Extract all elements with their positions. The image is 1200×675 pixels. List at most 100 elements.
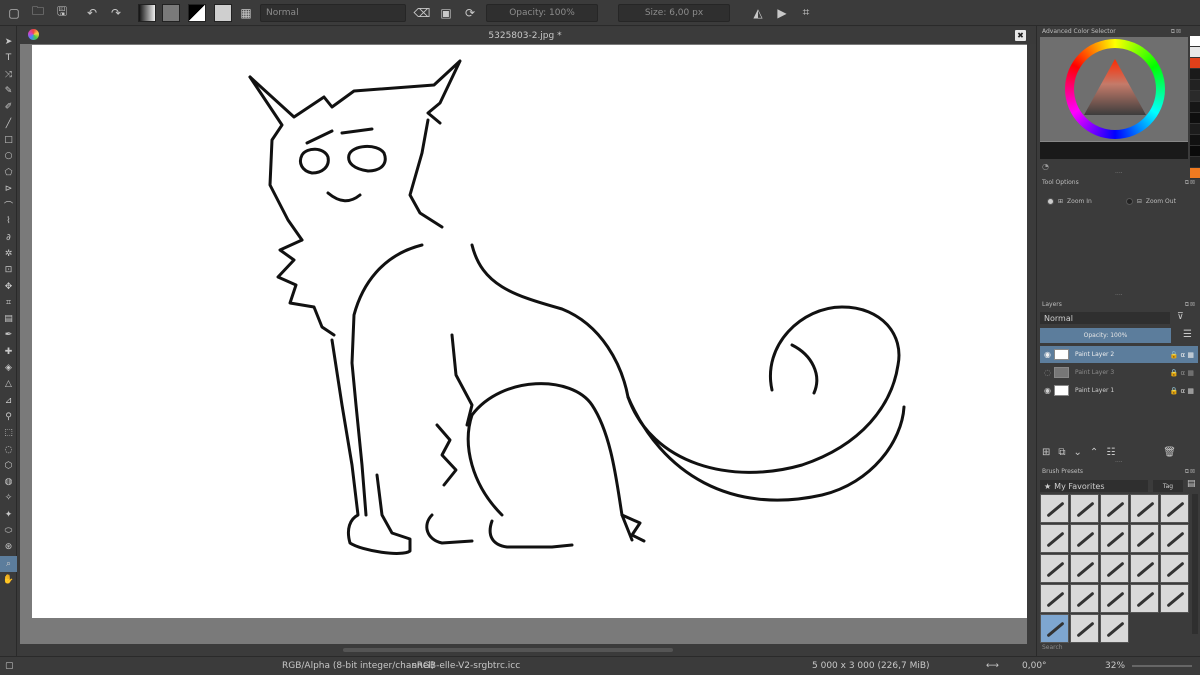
advanced-color-selector[interactable] <box>1040 37 1188 141</box>
rect-select-icon[interactable]: ⬚ <box>0 425 17 441</box>
crop-tool-icon[interactable]: ⌗ <box>0 295 17 311</box>
history-color-swatch[interactable] <box>1190 113 1200 124</box>
brush-preset[interactable] <box>1070 584 1099 613</box>
brush-preset[interactable] <box>1040 584 1069 613</box>
ellipse-select-icon[interactable]: ◌ <box>0 441 17 457</box>
preset-tag-select[interactable]: ★ My Favorites <box>1040 480 1148 492</box>
history-color-swatch[interactable] <box>1190 146 1200 157</box>
panel-float-icon[interactable]: ⧉⊠ <box>1185 468 1196 476</box>
eye-icon[interactable]: ◉ <box>1044 350 1051 359</box>
brush-preset[interactable] <box>1070 524 1099 553</box>
zoom-icon[interactable]: ⌕ <box>0 555 17 572</box>
saturation-triangle[interactable] <box>1084 59 1146 115</box>
freehand-select-icon[interactable]: ◍ <box>0 474 17 490</box>
brush-preset-icon[interactable] <box>214 3 232 22</box>
fill-icon[interactable]: ◈ <box>0 360 17 376</box>
history-color-swatch[interactable] <box>1190 69 1200 80</box>
polygon-select-icon[interactable]: ⬡ <box>0 458 17 474</box>
color-picker-icon[interactable]: ✒ <box>0 327 17 343</box>
panel-float-icon[interactable]: ⧉⊠ <box>1185 301 1196 309</box>
opacity-slider[interactable]: Opacity: 100% <box>486 3 598 22</box>
shade-selector[interactable] <box>1040 141 1188 159</box>
grid-icon[interactable]: ▦ <box>236 3 256 23</box>
wrap-around-icon[interactable]: ⌗ <box>796 3 816 23</box>
pattern-icon[interactable] <box>162 3 180 22</box>
brush-preset[interactable] <box>1130 524 1159 553</box>
panel-grip[interactable]: ···· <box>1115 292 1123 299</box>
move-up-icon[interactable]: ⌃ <box>1090 447 1098 458</box>
brush-preset[interactable] <box>1100 524 1129 553</box>
zoom-out-radio[interactable] <box>1125 198 1133 205</box>
new-document-icon[interactable]: ▢ <box>4 3 24 23</box>
layer-lock-icon[interactable]: 🔒 α ▦ <box>1170 369 1194 377</box>
history-color-swatch[interactable] <box>1190 102 1200 113</box>
eraser-icon[interactable]: ⌫ <box>412 3 432 23</box>
color-settings-icon[interactable]: ◔ <box>1042 162 1049 171</box>
freehand-path-icon[interactable]: ⌇ <box>0 213 17 229</box>
hue-ring[interactable] <box>1065 39 1165 139</box>
tag-button[interactable]: Tag <box>1153 480 1183 492</box>
filter-icon[interactable]: ⊽ <box>1177 312 1184 322</box>
history-color-swatch[interactable] <box>1190 135 1200 146</box>
eye-icon[interactable]: ◉ <box>1044 386 1051 395</box>
alpha-lock-icon[interactable]: ▣ <box>436 3 456 23</box>
transform-icon[interactable]: ⤨ <box>0 67 17 83</box>
ellipse-icon[interactable]: ○ <box>0 148 17 164</box>
brush-preset[interactable] <box>1040 524 1069 553</box>
color-history[interactable] <box>1190 36 1200 186</box>
brush-preset[interactable] <box>1100 494 1129 523</box>
blend-mode-select[interactable]: Normal <box>260 3 406 22</box>
preset-search-input[interactable]: Search <box>1042 644 1063 651</box>
bezier-icon[interactable]: ⌒ <box>0 197 17 213</box>
layer-settings-icon[interactable]: ☷ <box>1106 447 1115 458</box>
line-icon[interactable]: ╱ <box>0 115 17 131</box>
panel-float-icon[interactable]: ⧉⊠ <box>1185 179 1196 187</box>
brush-icon[interactable]: ✐ <box>0 99 17 115</box>
brush-preset[interactable] <box>1040 554 1069 583</box>
brush-preset[interactable] <box>1160 524 1189 553</box>
delete-layer-icon[interactable]: 🗑 <box>1163 447 1176 458</box>
brush-preset[interactable] <box>1070 554 1099 583</box>
scrollbar-thumb[interactable] <box>343 648 673 652</box>
polyline-icon[interactable]: ⊳ <box>0 181 17 197</box>
polygon-icon[interactable]: ⬠ <box>0 164 17 180</box>
eye-hidden-icon[interactable]: ◌ <box>1044 368 1051 377</box>
brush-preset[interactable] <box>1100 584 1129 613</box>
layer-row[interactable]: ◉ Paint Layer 2 🔒 α ▦ <box>1040 346 1198 363</box>
gradient-tool-icon[interactable]: ▤ <box>0 311 17 327</box>
assistant-icon[interactable]: △ <box>0 376 17 392</box>
canvas-page[interactable] <box>32 45 1027 618</box>
gradient-icon[interactable] <box>138 3 156 22</box>
brush-preset[interactable] <box>1130 584 1159 613</box>
layer-row[interactable]: ◌ Paint Layer 3 🔒 α ▦ <box>1040 364 1198 381</box>
rect-icon[interactable]: □ <box>0 132 17 148</box>
multibrush-icon[interactable]: ✲ <box>0 246 17 262</box>
smart-patch-icon[interactable]: ✚ <box>0 344 17 360</box>
brush-preset[interactable] <box>1100 614 1129 643</box>
layer-properties-icon[interactable]: ☰ <box>1183 329 1192 340</box>
preset-menu-icon[interactable]: ▤ <box>1187 479 1196 489</box>
similar-select-icon[interactable]: ✦ <box>0 507 17 523</box>
magnetic-select-icon[interactable]: ⊛ <box>0 539 17 555</box>
horizontal-scrollbar[interactable] <box>20 644 1036 656</box>
zoom-in-radio[interactable] <box>1047 198 1054 205</box>
history-color-swatch[interactable] <box>1190 91 1200 102</box>
panel-grip[interactable]: ···· <box>1115 459 1123 466</box>
select-icon[interactable]: ➤ <box>0 34 17 50</box>
brush-preset[interactable] <box>1160 554 1189 583</box>
color-swap-icon[interactable] <box>188 3 206 22</box>
vertical-scrollbar[interactable] <box>1027 44 1036 644</box>
history-color-swatch[interactable] <box>1190 47 1200 58</box>
reference-icon[interactable]: ⚲ <box>0 409 17 425</box>
brush-preset[interactable] <box>1040 494 1069 523</box>
brush-preset[interactable] <box>1160 584 1189 613</box>
document-tab[interactable]: 5325803-2.jpg * ✖ <box>20 27 1030 44</box>
layer-lock-icon[interactable]: 🔒 α ▦ <box>1170 351 1194 359</box>
reload-icon[interactable]: ⟳ <box>460 3 480 23</box>
zoom-slider[interactable] <box>1132 665 1192 667</box>
brush-preset[interactable] <box>1130 554 1159 583</box>
undo-icon[interactable]: ↶ <box>82 3 102 23</box>
history-color-swatch[interactable] <box>1190 80 1200 91</box>
history-color-swatch[interactable] <box>1190 124 1200 135</box>
presets-scrollbar[interactable] <box>1192 494 1198 634</box>
